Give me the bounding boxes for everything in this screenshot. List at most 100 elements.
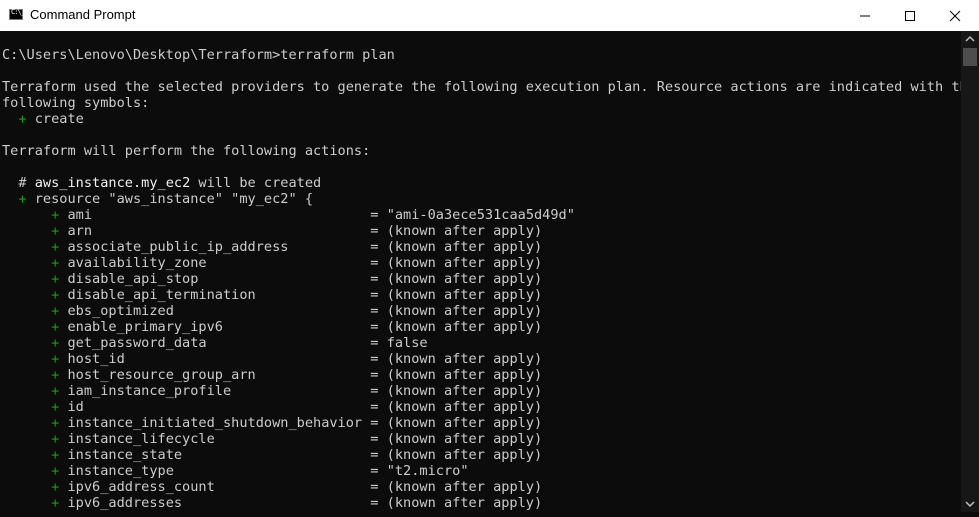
attribute-plus: + [51,431,60,447]
close-icon [949,10,961,22]
intro-line-2: following symbols: [2,95,150,111]
prompt-line: C:\Users\Lenovo\Desktop\Terraform>terraf… [2,47,395,63]
attribute-plus: + [51,495,60,511]
title-bar[interactable]: C:\_ Command Prompt [0,0,979,31]
attribute-padding: = [173,463,387,479]
attribute-value: false [386,335,428,351]
scrollbar-thumb[interactable] [963,48,977,66]
attribute-line: + ipv6_addresses = (known after apply) [2,495,542,511]
attribute-value: (known after apply) [386,495,543,511]
attribute-value: (known after apply) [386,447,543,463]
attribute-padding: = [222,319,387,335]
attribute-name: disable_api_stop [67,271,199,287]
terminal-output[interactable]: C:\Users\Lenovo\Desktop\Terraform>terraf… [0,31,961,512]
attribute-name: instance_state [67,447,183,463]
scroll-down-arrow-icon [965,501,975,508]
attribute-name: ami [67,207,93,223]
attribute-value: "t2.micro" [386,463,469,479]
scroll-up-button[interactable] [961,31,979,48]
attribute-padding: = [206,335,387,351]
attribute-plus: + [51,255,60,271]
maximize-icon [905,11,915,21]
attribute-value: (known after apply) [386,223,543,239]
attribute-line: + get_password_data = false [2,335,428,351]
attribute-name: instance_lifecycle [67,431,215,447]
attribute-padding: = [206,255,387,271]
attribute-plus: + [51,207,60,223]
attribute-padding: = [182,447,387,463]
attribute-name: availability_zone [67,255,207,271]
attribute-name: id [67,399,84,415]
attribute-name: ipv6_address_count [67,479,215,495]
attribute-plus: + [51,335,60,351]
attribute-plus: + [51,287,60,303]
attribute-value: (known after apply) [386,255,543,271]
attribute-plus: + [51,447,60,463]
attribute-plus: + [51,415,60,431]
attribute-line: + iam_instance_profile = (known after ap… [2,383,542,399]
attribute-line: + associate_public_ip_address = (known a… [2,239,542,255]
comment-tail: will be created [190,175,322,191]
attribute-line: + instance_type = "t2.micro" [2,463,469,479]
command-prompt-app-icon[interactable]: C:\_ [9,8,25,20]
resource-line: + resource "aws_instance" "my_ec2" { [2,191,313,207]
perform-line: Terraform will perform the following act… [2,143,371,159]
attribute-value: (known after apply) [386,431,543,447]
attribute-value: (known after apply) [386,383,543,399]
attribute-plus: + [51,351,60,367]
attribute-padding: = [173,303,387,319]
attribute-line: + host_id = (known after apply) [2,351,542,367]
minimize-icon [860,15,870,17]
attribute-padding: = [92,223,387,239]
attribute-padding: = [362,415,387,431]
attribute-value: (known after apply) [386,319,543,335]
create-symbol-line: + create [2,111,83,127]
attribute-plus: + [51,399,60,415]
attribute-value: (known after apply) [386,239,543,255]
attribute-plus: + [51,303,60,319]
attribute-name: enable_primary_ipv6 [67,319,223,335]
attribute-name: host_id [67,351,125,367]
attribute-plus: + [51,463,60,479]
attribute-line: + arn = (known after apply) [2,223,542,239]
close-button[interactable] [932,0,978,31]
attribute-name: arn [67,223,93,239]
attribute-name: host_resource_group_arn [67,367,256,383]
attribute-padding: = [83,399,387,415]
attribute-name: ipv6_addresses [67,495,183,511]
attribute-padding: = [288,239,387,255]
maximize-button[interactable] [887,0,933,31]
attribute-line: + availability_zone = (known after apply… [2,255,542,271]
attribute-value: (known after apply) [386,287,543,303]
attribute-name: disable_api_termination [67,287,256,303]
attribute-name: instance_initiated_shutdown_behavior [67,415,363,431]
attribute-padding: = [255,367,387,383]
attribute-padding: = [182,495,387,511]
comment-resource: aws_instance.my_ec2 [34,175,191,191]
attribute-line: + host_resource_group_arn = (known after… [2,367,542,383]
intro-line-1: Terraform used the selected providers to… [2,79,961,95]
minimize-button[interactable] [842,0,888,31]
attribute-value: (known after apply) [386,303,543,319]
attribute-plus: + [51,271,60,287]
attribute-plus: + [51,479,60,495]
attribute-padding: = [124,351,387,367]
attribute-line: + id = (known after apply) [2,399,542,415]
attribute-padding: = [231,383,387,399]
comment-hash: # [2,175,35,191]
attribute-line: + enable_primary_ipv6 = (known after app… [2,319,542,335]
attribute-padding: = [214,431,387,447]
scroll-up-arrow-icon [965,35,975,42]
scroll-down-button[interactable] [961,495,979,512]
attribute-value: (known after apply) [386,479,543,495]
attribute-padding: = [255,287,387,303]
attribute-plus: + [51,223,60,239]
app-icon-text: C:\_ [11,8,25,16]
vertical-scrollbar[interactable] [961,31,979,512]
attribute-line: + instance_lifecycle = (known after appl… [2,431,542,447]
attribute-name: ebs_optimized [67,303,174,319]
attribute-value: (known after apply) [386,367,543,383]
attribute-plus: + [51,367,60,383]
attribute-line: + instance_initiated_shutdown_behavior =… [2,415,542,431]
attribute-line: + instance_state = (known after apply) [2,447,542,463]
